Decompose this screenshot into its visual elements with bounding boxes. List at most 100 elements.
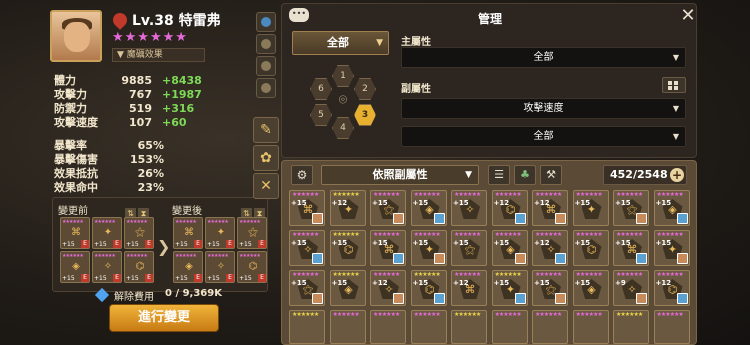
after-rune-slot[interactable]: ★★★★★★ ✦ +15 E: [205, 217, 235, 249]
rune-item[interactable]: ★★★★★★ ◈ +15: [653, 190, 690, 226]
stat-row: 攻擊速度 107 +60: [54, 116, 224, 129]
rune-item[interactable]: ★★★★★★ ⚝ +15: [613, 190, 649, 226]
rune-stars: ★★★★★★: [292, 191, 319, 198]
grid-icon: [674, 81, 678, 85]
rune-level: +15: [207, 241, 220, 248]
rune-icon: [261, 39, 271, 49]
rune-item[interactable]: ★★★★★★ ⌘ +15: [289, 190, 325, 226]
before-rune-slot[interactable]: ★★★★★★ ✧ +15 E: [92, 251, 122, 283]
hammer-button[interactable]: ⚒: [540, 165, 562, 185]
rune-item[interactable]: ★★★★★★: [613, 310, 649, 344]
rune-item[interactable]: ★★★★★★: [451, 310, 487, 344]
rune-item[interactable]: ★★★★★★ ⚝ +15: [532, 270, 568, 306]
after-rune-slot[interactable]: ★★★★★★ ✧ +15 E: [205, 251, 235, 283]
grid-view-button[interactable]: [662, 77, 686, 93]
remove-rune-button[interactable]: ✕: [253, 173, 279, 199]
side-tab-1[interactable]: [256, 12, 276, 32]
rune-item[interactable]: ★★★★★★: [289, 310, 325, 344]
rune-item[interactable]: ★★★★★★: [370, 310, 406, 344]
settings-gear-button[interactable]: ⚙: [291, 165, 313, 185]
before-rune-slot[interactable]: ★★★★★★ ⌘ +15 E: [60, 217, 90, 249]
after-rune-slot[interactable]: ★★★★★★ ⌬ +15 E: [237, 251, 267, 283]
rune-count-value: 452/2548: [610, 168, 668, 181]
close-button[interactable]: ✕: [678, 6, 698, 26]
rune-item[interactable]: ★★★★★★ ✦ +12: [329, 190, 366, 226]
rune-item[interactable]: ★★★★★★ ✦ +15: [572, 190, 609, 226]
rune-item[interactable]: ★★★★★★ ⌬ +15: [410, 270, 447, 306]
after-rune-slot[interactable]: ★★★★★★ ⌘ +15 E: [173, 217, 203, 249]
rune-level: +15: [94, 241, 107, 248]
rune-item[interactable]: ★★★★★★ ◈ +15: [491, 230, 528, 266]
equipped-monster-icon: [555, 293, 566, 304]
after-rune-slot[interactable]: ★★★★★★ ⚝ +15 E: [237, 217, 267, 249]
rune-item[interactable]: ★★★★★★ ✧ +12: [370, 270, 406, 306]
edit-rune-button[interactable]: ✎: [253, 117, 279, 143]
stat-row: 暴擊傷害 153%: [54, 153, 164, 166]
rune-item[interactable]: ★★★★★★ ⌬ +15: [572, 230, 609, 266]
slot-5[interactable]: 5: [310, 104, 332, 126]
before-label: 變更前: [58, 206, 88, 217]
stat-value: 65%: [137, 139, 164, 152]
rune-level: +12: [331, 199, 348, 207]
rune-item[interactable]: ★★★★★★: [491, 310, 528, 344]
rune-item[interactable]: ★★★★★★ ⚝ +15: [451, 230, 487, 266]
rune-item[interactable]: ★★★★★★ ✧ +9: [613, 270, 649, 306]
main-stat-dropdown[interactable]: 全部 ▼: [401, 47, 686, 68]
sub-stat-dropdown-2[interactable]: 全部 ▼: [401, 126, 686, 147]
before-rune-slot[interactable]: ★★★★★★ ⚝ +15 E: [124, 217, 154, 249]
slot-3[interactable]: 3: [354, 104, 376, 126]
rune-item[interactable]: ★★★★★★: [653, 310, 690, 344]
rune-item[interactable]: ★★★★★★ ◈ +15: [572, 270, 609, 306]
sub-stat-dropdown-1[interactable]: 攻擊速度 ▼: [401, 98, 686, 119]
rune-stars: ★★★★★★: [62, 253, 84, 259]
effect-dropdown[interactable]: ▼ 魔礪效果: [112, 48, 205, 62]
side-tab-3[interactable]: [256, 56, 276, 76]
sort-order-button[interactable]: ☰: [488, 165, 510, 185]
rune-stars: ★★★★★★: [575, 271, 603, 278]
rune-item[interactable]: ★★★★★★ ⌘ +15: [370, 230, 406, 266]
rune-stars: ★★★★★★: [535, 311, 562, 318]
slot-6[interactable]: 6: [310, 78, 332, 100]
slot-4[interactable]: 4: [332, 117, 354, 139]
chat-icon[interactable]: •••: [289, 8, 309, 22]
slot-2[interactable]: 2: [354, 78, 376, 100]
rune-item[interactable]: ★★★★★★ ⌘ +12: [451, 270, 487, 306]
expand-storage-button[interactable]: +: [670, 168, 684, 182]
rune-item[interactable]: ★★★★★★ ⌬ +15: [329, 230, 366, 266]
rune-item[interactable]: ★★★★★★ ✧ +12: [532, 230, 568, 266]
rune-item[interactable]: ★★★★★★: [410, 310, 447, 344]
rune-item[interactable]: ★★★★★★: [572, 310, 609, 344]
sell-bag-button[interactable]: ♣: [514, 165, 536, 185]
equipped-monster-icon: [676, 253, 688, 264]
after-rune-slot[interactable]: ★★★★★★ ◈ +15 E: [173, 251, 203, 283]
side-tab-4[interactable]: [256, 78, 276, 98]
rune-stars: ★★★★★★: [494, 311, 522, 318]
rune-item[interactable]: ★★★★★★ ✧ +15: [289, 230, 325, 266]
rune-item[interactable]: ★★★★★★ ⌬ +12: [491, 190, 528, 226]
rune-item[interactable]: ★★★★★★ ✦ +15: [491, 270, 528, 306]
rune-glyph-icon: ✦: [216, 227, 226, 238]
chevron-down-icon: ▼: [672, 132, 679, 141]
rune-item[interactable]: ★★★★★★ ⌬ +12: [653, 270, 690, 306]
rune-item[interactable]: ★★★★★★: [532, 310, 568, 344]
rune-item[interactable]: ★★★★★★ ⚝ +15: [370, 190, 406, 226]
before-rune-slot[interactable]: ★★★★★★ ⌬ +15 E: [124, 251, 154, 283]
rune-item[interactable]: ★★★★★★ ◈ +15: [410, 190, 447, 226]
rune-item[interactable]: ★★★★★★ ◈ +15: [329, 270, 366, 306]
rune-item[interactable]: ★★★★★★ ✧ +15: [451, 190, 487, 226]
hero-portrait[interactable]: [50, 10, 102, 62]
rune-item[interactable]: ★★★★★★ ✦ +15: [653, 230, 690, 266]
rune-item[interactable]: ★★★★★★ ⌘ +15: [613, 230, 649, 266]
rune-set-button[interactable]: ✿: [253, 145, 279, 171]
rune-set-dropdown[interactable]: 全部 ▼: [292, 31, 389, 55]
sort-dropdown[interactable]: 依照副屬性 ▼: [321, 165, 479, 185]
rune-item[interactable]: ★★★★★★ ⌘ +12: [532, 190, 568, 226]
before-rune-slot[interactable]: ★★★★★★ ◈ +15 E: [60, 251, 90, 283]
rune-item[interactable]: ★★★★★★ ✦ +15: [410, 230, 447, 266]
before-rune-slot[interactable]: ★★★★★★ ✦ +15 E: [92, 217, 122, 249]
rune-item[interactable]: ★★★★★★ ⚝ +15: [289, 270, 325, 306]
side-tab-2[interactable]: [256, 34, 276, 54]
slot-1[interactable]: 1: [332, 65, 354, 87]
apply-change-button[interactable]: 進行變更: [109, 304, 219, 332]
rune-item[interactable]: ★★★★★★: [329, 310, 366, 344]
